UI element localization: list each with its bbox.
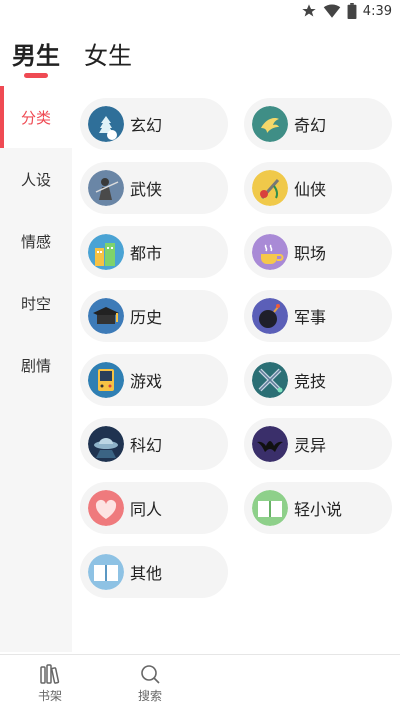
category-label: 玄幻 [130, 116, 163, 135]
sidebar-item-label: 分类 [20, 108, 51, 127]
category-label: 奇幻 [294, 116, 327, 135]
category-label: 职场 [294, 244, 327, 263]
junshi-icon [252, 298, 288, 334]
nav-search-label: 搜索 [137, 689, 162, 703]
sidebar-item-label: 时空 [20, 294, 51, 313]
status-icons: 4:39 [301, 3, 392, 19]
tab-indicator [24, 73, 48, 78]
category-label: 军事 [294, 308, 327, 327]
sidebar-item-spacetime[interactable]: 时空 [0, 272, 72, 334]
category-item[interactable]: 轻小说 [244, 482, 392, 534]
category-item[interactable]: 奇幻 [244, 98, 392, 150]
xuanhuan-icon [88, 106, 124, 142]
category-label: 游戏 [130, 372, 163, 391]
nav-bookshelf[interactable]: 书架 [15, 655, 85, 712]
sidebar-item-label: 剧情 [20, 356, 51, 375]
wuxia-icon [88, 170, 124, 206]
status-time: 4:39 [362, 3, 392, 19]
category-item[interactable]: 同人 [80, 482, 228, 534]
youxi-icon [88, 362, 124, 398]
category-label: 竞技 [294, 372, 327, 391]
category-label: 灵异 [294, 436, 327, 455]
search-icon [141, 665, 160, 684]
category-item[interactable]: 军事 [244, 290, 392, 342]
qihuan-icon [252, 106, 288, 142]
sidebar-item-label: 人设 [20, 170, 51, 189]
category-label: 都市 [130, 244, 163, 263]
category-item[interactable]: 游戏 [80, 354, 228, 406]
category-item[interactable]: 其他 [80, 546, 228, 598]
category-item[interactable]: 玄幻 [80, 98, 228, 150]
lishi-icon [88, 298, 124, 334]
category-label: 科幻 [130, 436, 163, 455]
category-label: 仙侠 [294, 180, 327, 199]
nav-search[interactable]: 搜索 [115, 655, 185, 712]
kehuan-icon [88, 426, 124, 462]
wifi-icon [323, 4, 341, 18]
sidebar-item-persona[interactable]: 人设 [0, 148, 72, 210]
sidebar-item-emotion[interactable]: 情感 [0, 210, 72, 272]
qita-icon [88, 554, 124, 590]
lingyi-icon [252, 426, 288, 462]
category-item[interactable]: 灵异 [244, 418, 392, 470]
gender-tabs: 男生 女生 [12, 36, 132, 71]
category-item[interactable]: 都市 [80, 226, 228, 278]
dushi-icon [88, 234, 124, 270]
category-label: 历史 [130, 308, 163, 327]
category-label: 轻小说 [294, 500, 343, 519]
nav-bookshelf-label: 书架 [37, 689, 62, 703]
tab-male[interactable]: 男生 [12, 36, 60, 71]
jingji-icon [252, 362, 288, 398]
qingxiaoshuo-icon [252, 490, 288, 526]
category-item[interactable]: 仙侠 [244, 162, 392, 214]
battery-icon [347, 3, 357, 19]
category-item[interactable]: 历史 [80, 290, 228, 342]
category-item[interactable]: 科幻 [80, 418, 228, 470]
category-item[interactable]: 竞技 [244, 354, 392, 406]
tab-female[interactable]: 女生 [84, 36, 132, 71]
bottom-nav: 书架 搜索 [0, 654, 400, 712]
star-icon [302, 4, 316, 17]
status-bar: 4:39 [0, 0, 400, 24]
sidebar-item-category[interactable]: 分类 [0, 86, 72, 148]
category-item[interactable]: 职场 [244, 226, 392, 278]
category-label: 武侠 [130, 180, 163, 199]
tongren-icon [88, 490, 124, 526]
zhichang-icon [252, 234, 288, 270]
xianxia-icon [252, 170, 288, 206]
sidebar-item-plot[interactable]: 剧情 [0, 334, 72, 396]
category-item[interactable]: 武侠 [80, 162, 228, 214]
category-label: 同人 [130, 500, 163, 519]
category-label: 其他 [130, 564, 163, 583]
bookshelf-icon [40, 664, 60, 684]
sidebar-item-label: 情感 [20, 232, 51, 251]
sidebar: 分类 人设 情感 时空 剧情 [0, 86, 72, 652]
